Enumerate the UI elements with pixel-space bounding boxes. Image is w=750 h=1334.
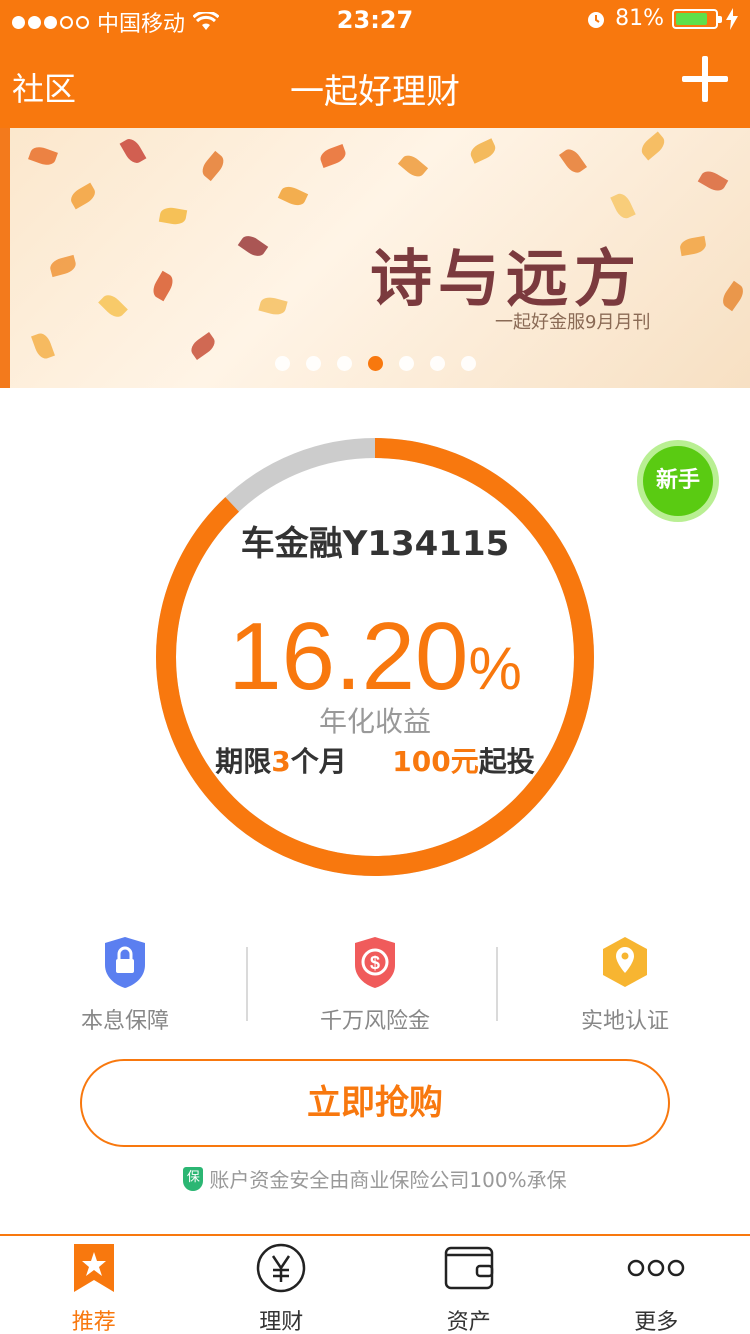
pager-dot[interactable] xyxy=(398,356,414,371)
shield-lock-icon xyxy=(101,935,149,989)
status-bar: 中国移动 23:27 81% xyxy=(0,0,750,40)
feature-label: 千万风险金 xyxy=(319,1009,430,1034)
min-amount: 100元 xyxy=(392,745,479,778)
tab-assets[interactable]: 资产 xyxy=(375,1242,563,1334)
insurance-text: 账户资金安全由商业保险公司100%承保 xyxy=(209,1168,567,1192)
product-terms: 期限3个月 100元起投 xyxy=(155,740,595,780)
feature-label: 实地认证 xyxy=(580,1009,669,1034)
shield-dollar-icon: $ xyxy=(351,935,399,989)
feature-principal-guarantee: 本息保障 xyxy=(0,935,250,1035)
insurance-note: 保 账户资金安全由商业保险公司100%承保 xyxy=(0,1164,750,1193)
insurance-shield-icon: 保 xyxy=(183,1166,204,1191)
pager-dot-active[interactable] xyxy=(367,356,383,371)
promo-banner[interactable]: 诗与远方 一起好金服9月月刊 xyxy=(0,128,750,388)
pager-dot[interactable] xyxy=(336,356,352,371)
banner-subtitle: 一起好金服9月月刊 xyxy=(495,312,651,333)
tab-label: 更多 xyxy=(634,1310,679,1334)
feature-row: 本息保障 $ 千万风险金 实地认证 xyxy=(0,935,750,1035)
rate-label: 年化收益 xyxy=(318,705,431,738)
tab-more[interactable]: 更多 xyxy=(563,1242,750,1334)
annual-rate: 16.20% xyxy=(155,602,595,712)
plus-icon[interactable] xyxy=(682,56,728,102)
term-value: 3 xyxy=(271,745,291,778)
term-prefix: 期限 xyxy=(215,745,272,778)
tab-bar: 推荐 理财 资产 更多 xyxy=(0,1234,750,1334)
rate-number: 16.20 xyxy=(228,603,469,710)
battery-icon xyxy=(672,8,722,29)
status-right: 81% xyxy=(585,6,738,31)
pager-dot[interactable] xyxy=(429,356,445,371)
charging-icon xyxy=(726,7,738,30)
divider xyxy=(496,947,498,1021)
tab-label: 资产 xyxy=(446,1310,491,1334)
yen-icon xyxy=(255,1242,307,1294)
more-dots-icon xyxy=(628,1242,685,1294)
top-bar: 中国移动 23:27 81% 社区 一起好理财 xyxy=(0,0,750,128)
feature-risk-fund: $ 千万风险金 xyxy=(250,935,500,1035)
feature-label: 本息保障 xyxy=(80,1009,169,1034)
tab-label: 理财 xyxy=(259,1310,304,1334)
rate-unit: % xyxy=(468,635,522,702)
tab-label: 推荐 xyxy=(71,1310,116,1334)
nav-bar: 社区 一起好理财 xyxy=(0,40,750,128)
buy-now-button[interactable]: 立即抢购 xyxy=(80,1059,670,1147)
product-name[interactable]: 车金融Y134115 xyxy=(155,516,595,565)
newbie-badge: 新手 xyxy=(637,440,719,522)
page-title: 一起好理财 xyxy=(290,72,460,112)
banner-edge xyxy=(0,128,10,388)
newbie-badge-label: 新手 xyxy=(643,446,713,516)
location-pin-icon xyxy=(601,935,649,989)
banner-headline: 诗与远方 xyxy=(370,242,643,315)
min-suffix: 起投 xyxy=(478,745,535,778)
feature-onsite-verification: 实地认证 xyxy=(500,935,750,1035)
term-suffix: 个月 xyxy=(290,745,347,778)
pager-dot[interactable] xyxy=(460,356,476,371)
svg-text:$: $ xyxy=(370,953,380,973)
alarm-icon xyxy=(588,11,605,28)
pager-dot[interactable] xyxy=(274,356,290,371)
banner-pager xyxy=(0,356,750,371)
pager-dot[interactable] xyxy=(305,356,321,371)
star-bookmark-icon xyxy=(68,1242,120,1294)
tab-recommend[interactable]: 推荐 xyxy=(0,1242,188,1334)
divider xyxy=(246,947,248,1021)
wallet-icon xyxy=(443,1242,495,1294)
tab-finance[interactable]: 理财 xyxy=(188,1242,376,1334)
battery-percent: 81% xyxy=(615,6,664,31)
battery-fill xyxy=(676,12,707,25)
